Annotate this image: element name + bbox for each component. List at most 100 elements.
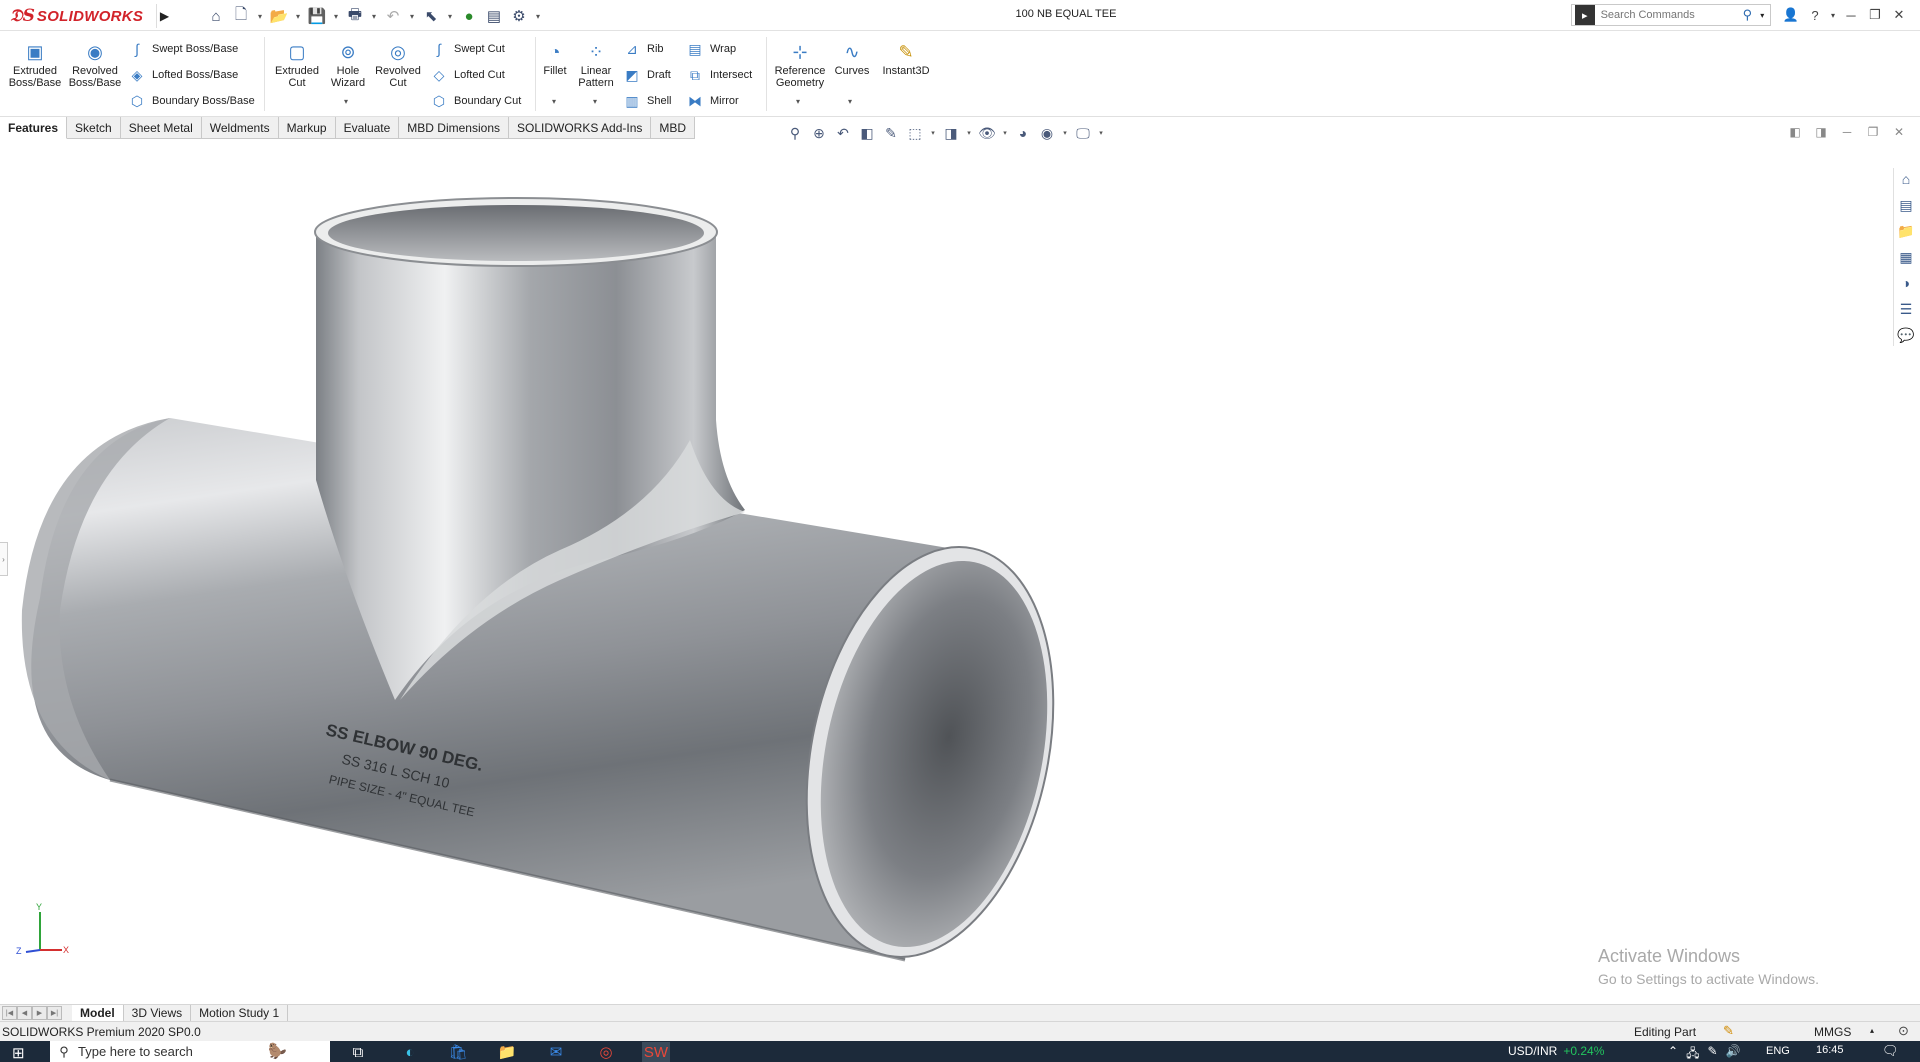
view-settings-icon[interactable]: 🖵 xyxy=(1073,123,1093,143)
user-icon[interactable]: 👤 xyxy=(1780,4,1802,26)
tab-3d-views[interactable]: 3D Views xyxy=(124,1004,192,1022)
last-tab-arrow-icon[interactable]: ▶| xyxy=(47,1006,62,1020)
curves-button[interactable]: ∿ Curves xyxy=(833,39,871,77)
view-palette-icon[interactable]: ▦ xyxy=(1894,246,1918,268)
intersect-button[interactable]: ⧉ Intersect xyxy=(686,66,752,84)
previous-view-icon[interactable]: ↶ xyxy=(833,123,853,143)
tab-features[interactable]: Features xyxy=(0,117,68,139)
search-input[interactable] xyxy=(1594,6,1743,24)
doc-minimize-icon[interactable]: ─ xyxy=(1837,122,1857,142)
draft-button[interactable]: ◩ Draft xyxy=(623,66,670,84)
fillet-dropdown-icon[interactable]: ▾ xyxy=(552,97,556,106)
section-view-icon[interactable]: ◧ xyxy=(857,123,877,143)
revolved-boss-button[interactable]: ◉ Revolved Boss/Base xyxy=(69,39,122,89)
dynamic-annotation-icon[interactable]: ✎ xyxy=(881,123,901,143)
tab-sheet-metal[interactable]: Sheet Metal xyxy=(120,117,202,139)
instant3d-button[interactable]: ✎ Instant3D xyxy=(878,39,934,77)
hole-wizard-dropdown-icon[interactable]: ▾ xyxy=(344,97,348,106)
view-settings-dropdown-icon[interactable]: ▾ xyxy=(1097,123,1105,143)
doc-close-icon[interactable]: ✕ xyxy=(1889,122,1909,142)
solidworks-taskbar-icon[interactable]: SW xyxy=(642,1042,670,1062)
close-icon[interactable]: ✕ xyxy=(1888,4,1910,26)
tab-weldments[interactable]: Weldments xyxy=(201,117,279,139)
currency-widget[interactable]: USD/INR +0.24% xyxy=(1508,1044,1604,1058)
tab-model[interactable]: Model xyxy=(72,1004,124,1022)
tab-markup[interactable]: Markup xyxy=(278,117,336,139)
units-selector[interactable]: MMGS xyxy=(1814,1025,1851,1039)
custom-properties-icon[interactable]: ☰ xyxy=(1894,298,1918,320)
lofted-boss-button[interactable]: ◈ Lofted Boss/Base xyxy=(128,66,239,84)
reference-geometry-dropdown-icon[interactable]: ▾ xyxy=(796,97,800,106)
tab-evaluate[interactable]: Evaluate xyxy=(335,117,400,139)
shell-button[interactable]: ▥ Shell xyxy=(623,92,671,110)
tab-motion-study-1[interactable]: Motion Study 1 xyxy=(191,1004,289,1022)
linear-pattern-dropdown-icon[interactable]: ▾ xyxy=(593,97,597,106)
tab-solidworks-add-ins[interactable]: SOLIDWORKS Add-Ins xyxy=(509,117,652,139)
extruded-cut-button[interactable]: ▢ Extruded Cut xyxy=(272,39,322,89)
network-icon[interactable]: 🖧 xyxy=(1686,1044,1699,1062)
display-style-icon[interactable]: ◨ xyxy=(941,123,961,143)
mirror-button[interactable]: ⧓ Mirror xyxy=(686,92,739,110)
extruded-boss-button[interactable]: ▣ Extruded Boss/Base xyxy=(9,39,62,89)
edit-appearance-icon[interactable]: ◕ xyxy=(1013,123,1033,143)
search-icon[interactable]: ⚲ xyxy=(1743,7,1761,23)
zoom-to-fit-icon[interactable]: ⚲ xyxy=(785,123,805,143)
previous-tab-arrow-icon[interactable]: ◀ xyxy=(17,1006,32,1020)
boundary-boss-button[interactable]: ⬡ Boundary Boss/Base xyxy=(128,92,255,110)
next-tab-arrow-icon[interactable]: ▶ xyxy=(32,1006,47,1020)
store-icon[interactable]: 🛍 xyxy=(444,1042,472,1062)
design-library-icon[interactable]: ▤ xyxy=(1894,194,1918,216)
collapse-left-icon[interactable]: ◧ xyxy=(1785,122,1805,142)
curves-dropdown-icon[interactable]: ▾ xyxy=(848,97,852,106)
appearances-icon[interactable]: ◑ xyxy=(1894,272,1918,294)
rib-button[interactable]: ⊿ Rib xyxy=(623,40,663,58)
search-dropdown-icon[interactable]: ▾ xyxy=(1760,11,1770,20)
reference-geometry-button[interactable]: ⊹ Reference Geometry xyxy=(772,39,828,89)
show-hidden-icons-icon[interactable]: ⌃ xyxy=(1668,1044,1678,1062)
mail-icon[interactable]: ✉ xyxy=(542,1042,570,1062)
file-explorer-taskbar-icon[interactable]: 📁 xyxy=(493,1042,521,1062)
tab-sketch[interactable]: Sketch xyxy=(67,117,121,139)
tab-mbd[interactable]: MBD xyxy=(651,117,696,139)
fillet-button[interactable]: ◔ Fillet xyxy=(540,39,570,77)
boundary-cut-button[interactable]: ⬡ Boundary Cut xyxy=(430,92,521,110)
doc-restore-icon[interactable]: ❐ xyxy=(1863,122,1883,142)
pen-icon[interactable]: ✎ xyxy=(1707,1044,1717,1062)
apply-scene-dropdown-icon[interactable]: ▾ xyxy=(1061,123,1069,143)
swept-boss-button[interactable]: ∫ Swept Boss/Base xyxy=(128,40,238,58)
tab-mbd-dimensions[interactable]: MBD Dimensions xyxy=(399,117,509,139)
swept-cut-button[interactable]: ∫ Swept Cut xyxy=(430,40,505,58)
display-style-dropdown-icon[interactable]: ▾ xyxy=(965,123,973,143)
minimize-icon[interactable]: ─ xyxy=(1840,4,1862,26)
solidworks-resources-icon[interactable]: ⌂ xyxy=(1894,168,1918,190)
language-indicator[interactable]: ENG xyxy=(1766,1045,1790,1057)
model-view[interactable]: SS ELBOW 90 DEG. SS 316 L SCH 10 PIPE SI… xyxy=(0,140,1920,1004)
linear-pattern-button[interactable]: ⁘ Linear Pattern xyxy=(576,39,616,89)
apply-scene-icon[interactable]: ◉ xyxy=(1037,123,1057,143)
volume-icon[interactable]: 🔊 xyxy=(1726,1044,1741,1062)
lofted-cut-button[interactable]: ◇ Lofted Cut xyxy=(430,66,505,84)
collapse-right-icon[interactable]: ◨ xyxy=(1811,122,1831,142)
rebuild-indicator-icon[interactable]: ✎ xyxy=(1723,1023,1734,1039)
notifications-icon[interactable]: 🗨 xyxy=(1882,1043,1899,1059)
forum-icon[interactable]: 💬 xyxy=(1894,324,1918,346)
view-orientation-dropdown-icon[interactable]: ▾ xyxy=(929,123,937,143)
zoom-to-area-icon[interactable]: ⊕ xyxy=(809,123,829,143)
file-explorer-icon[interactable]: 📁 xyxy=(1894,220,1918,242)
edge-icon[interactable]: ◐ xyxy=(396,1042,424,1062)
units-dropdown-icon[interactable]: ▴ xyxy=(1870,1026,1874,1035)
hide-show-items-icon[interactable]: 👁 xyxy=(977,123,997,143)
hole-wizard-button[interactable]: ⊚ Hole Wizard xyxy=(328,39,368,89)
revolved-cut-button[interactable]: ◎ Revolved Cut xyxy=(372,39,424,89)
feature-tree-expand-handle[interactable]: › xyxy=(0,542,8,576)
clock[interactable]: 16:45 xyxy=(1816,1044,1844,1056)
search-commands-box[interactable]: ▸ ⚲ ▾ xyxy=(1571,4,1771,26)
first-tab-arrow-icon[interactable]: |◀ xyxy=(2,1006,17,1020)
graphics-area[interactable]: SS ELBOW 90 DEG. SS 316 L SCH 10 PIPE SI… xyxy=(0,140,1920,1004)
view-orientation-icon[interactable]: ⬚ xyxy=(905,123,925,143)
windows-start-icon[interactable]: ⊞ xyxy=(12,1044,25,1062)
taskbar-search-box[interactable]: ⚲ Type here to search 🦫 xyxy=(50,1041,330,1062)
help-icon[interactable]: ? xyxy=(1804,4,1826,26)
quick-tips-icon[interactable]: ⊙ xyxy=(1898,1023,1909,1039)
hide-show-dropdown-icon[interactable]: ▾ xyxy=(1001,123,1009,143)
